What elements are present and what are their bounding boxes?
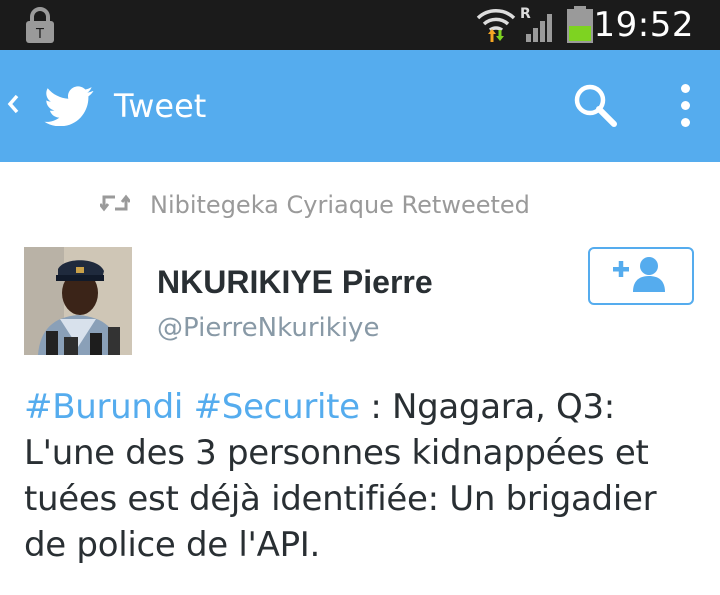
twitter-bird-icon[interactable] <box>44 86 94 130</box>
author-handle[interactable]: @PierreNkurikiye <box>157 310 379 346</box>
search-icon[interactable] <box>572 82 618 132</box>
action-bar: Tweet <box>0 50 720 162</box>
signal-icon: R <box>520 4 560 50</box>
overflow-dot <box>681 101 690 110</box>
avatar[interactable] <box>24 247 132 355</box>
tweet-text: #Burundi #Securite : Ngagara, Q3: L'une … <box>24 384 704 568</box>
svg-text:T: T <box>35 27 44 42</box>
follow-button[interactable] <box>588 247 694 305</box>
retweet-context[interactable]: Nibitegeka Cyriaque Retweeted <box>98 188 530 222</box>
clock: 19:52 <box>593 5 694 45</box>
overflow-dot <box>681 84 690 93</box>
back-icon <box>6 93 20 119</box>
hashtag-securite[interactable]: #Securite <box>194 387 361 427</box>
screen-title: Tweet <box>114 87 207 125</box>
retweet-icon <box>98 193 132 217</box>
overflow-dot <box>681 118 690 127</box>
lock-icon: T <box>24 6 56 48</box>
wifi-icon <box>476 6 516 48</box>
overflow-menu-icon[interactable] <box>672 80 700 132</box>
roaming-indicator: R <box>520 6 531 22</box>
author-name[interactable]: NKURIKIYE Pierre <box>157 262 433 302</box>
add-user-icon <box>613 254 669 298</box>
hashtag-burundi[interactable]: #Burundi <box>24 387 183 427</box>
battery-icon <box>566 6 594 48</box>
status-bar: T R 19:52 <box>0 0 720 50</box>
retweeted-by-label: Nibitegeka Cyriaque Retweeted <box>150 191 530 219</box>
